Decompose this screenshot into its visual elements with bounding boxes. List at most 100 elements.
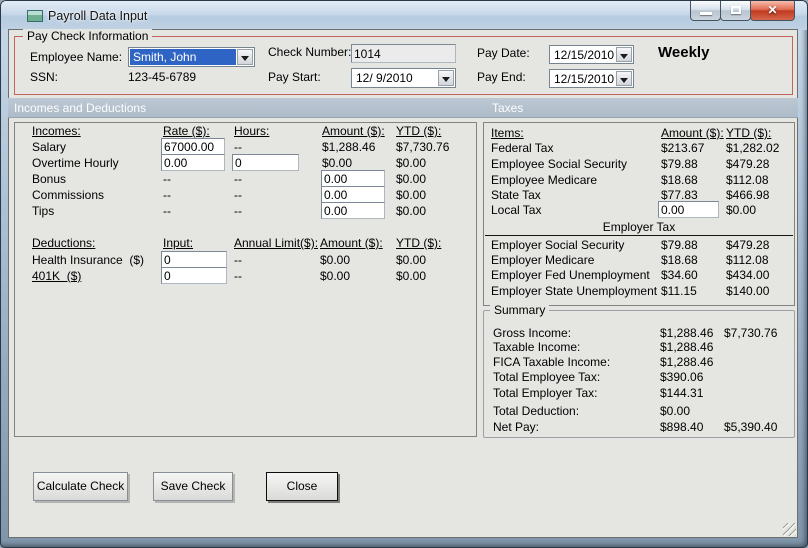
gross-income-amount: $1,288.46 <box>660 326 714 340</box>
pay-start-label: Pay Start: <box>268 70 321 84</box>
employee-name-select[interactable]: Smith, John <box>128 47 255 67</box>
salary-ytd: $7,730.76 <box>396 140 450 154</box>
net-pay-ytd: $5,390.40 <box>724 420 778 434</box>
payroll-window: Payroll Data Input ✕ Pay Check Informati… <box>0 0 808 548</box>
income-row-label: Tips <box>32 204 55 218</box>
local-tax-input[interactable] <box>658 201 719 218</box>
deduction-ytd-header: YTD ($): <box>396 236 442 250</box>
overtime-hours-input[interactable] <box>232 154 299 171</box>
local-tax-ytd: $0.00 <box>726 203 757 217</box>
er-state-unemp-amount: $11.15 <box>661 284 697 298</box>
pay-end-value: 12/15/2010 <box>554 72 615 86</box>
federal-tax-ytd: $1,282.02 <box>726 141 780 155</box>
bonus-hours: -- <box>234 172 242 186</box>
total-deduction-amount: $0.00 <box>660 404 691 418</box>
app-icon <box>27 10 43 22</box>
health-insurance-input[interactable] <box>161 251 227 268</box>
calculate-check-button[interactable]: Calculate Check <box>33 472 128 501</box>
k401-amount: $0.00 <box>320 269 351 283</box>
tax-items-header: Items: <box>491 126 524 140</box>
tax-ytd-header: YTD ($): <box>726 126 772 140</box>
health-insurance-amount: $0.00 <box>320 253 351 267</box>
employer-tax-header: Employer Tax <box>602 220 676 234</box>
federal-tax-amount: $213.67 <box>661 141 705 155</box>
save-check-button[interactable]: Save Check <box>153 472 233 501</box>
er-state-unemp-ytd: $140.00 <box>726 284 770 298</box>
deductions-header: Deductions: <box>32 236 96 250</box>
titlebar: Payroll Data Input <box>1 1 807 30</box>
state-tax-ytd: $466.98 <box>726 188 770 202</box>
annual-limit-header: Annual Limit($): <box>234 236 319 250</box>
chevron-down-icon <box>620 54 628 63</box>
ssn-label: SSN: <box>30 70 59 84</box>
close-button[interactable]: ✕ <box>750 1 795 21</box>
income-row-label: Bonus <box>32 172 67 186</box>
tips-hours: -- <box>234 204 242 218</box>
paycheck-info-legend: Pay Check Information <box>23 29 153 43</box>
section-title-incomes: Incomes and Deductions <box>14 101 147 115</box>
ee-medicare-ytd: $112.08 <box>726 173 769 187</box>
overtime-rate-input[interactable] <box>161 154 225 171</box>
er-medicare-amount: $18.68 <box>661 253 698 267</box>
er-ss-amount: $79.88 <box>661 238 698 252</box>
deduction-row-label: Health Insurance ($) <box>32 253 145 267</box>
resize-grip[interactable] <box>783 523 796 536</box>
commissions-amount-input[interactable] <box>321 186 385 203</box>
tips-amount-input[interactable] <box>321 202 385 219</box>
salary-amount: $1,288.46 <box>322 140 376 154</box>
chevron-down-icon <box>241 56 249 65</box>
pay-end-picker[interactable]: 12/15/2010 <box>549 69 634 88</box>
close-check-button[interactable]: Close <box>266 472 338 501</box>
pay-start-picker[interactable]: 12/ 9/2010 <box>351 68 456 88</box>
bonus-amount-input[interactable] <box>321 170 385 187</box>
employee-name-label: Employee Name: <box>30 50 123 64</box>
tips-rate: -- <box>163 204 171 218</box>
income-row-label: Salary <box>32 140 67 154</box>
close-icon: ✕ <box>767 3 778 17</box>
tax-amount-header: Amount ($): <box>661 126 724 140</box>
tips-ytd: $0.00 <box>396 204 427 218</box>
tax-row-label: State Tax <box>491 188 541 202</box>
section-header-bar: Incomes and Deductions Taxes <box>8 98 798 118</box>
check-number-field[interactable] <box>351 44 456 63</box>
pay-start-value: 12/ 9/2010 <box>356 71 413 85</box>
minimize-button[interactable] <box>690 1 721 21</box>
deduction-amount-header: Amount ($): <box>320 236 383 250</box>
k401-limit: -- <box>234 269 242 283</box>
rate-header: Rate ($): <box>163 124 210 138</box>
income-row-label: Commissions <box>32 188 105 202</box>
pay-end-dropdown-button[interactable] <box>616 71 632 86</box>
health-insurance-limit: -- <box>234 253 242 267</box>
salary-rate-input[interactable] <box>161 138 225 155</box>
health-insurance-ytd: $0.00 <box>396 253 427 267</box>
chevron-down-icon <box>442 77 450 86</box>
maximize-button[interactable] <box>720 1 751 21</box>
commissions-ytd: $0.00 <box>396 188 427 202</box>
summary-row-label: Taxable Income: <box>493 340 581 354</box>
tax-row-label: Employee Medicare <box>491 173 598 187</box>
commissions-rate: -- <box>163 188 171 202</box>
check-number-label: Check Number: <box>268 45 352 59</box>
k401-input[interactable] <box>161 267 227 284</box>
pay-start-dropdown-button[interactable] <box>438 70 454 86</box>
employee-name-value: Smith, John <box>130 49 236 65</box>
ssn-value: 123-45-6789 <box>128 70 197 84</box>
taxable-income-amount: $1,288.46 <box>660 340 714 354</box>
pay-end-label: Pay End: <box>477 70 526 84</box>
total-employee-tax-amount: $390.06 <box>660 370 704 384</box>
pay-date-picker[interactable]: 12/15/2010 <box>549 45 634 64</box>
tax-row-label: Local Tax <box>491 203 542 217</box>
employee-name-dropdown-button[interactable] <box>237 49 253 65</box>
ee-ss-amount: $79.88 <box>661 157 698 171</box>
net-pay-amount: $898.40 <box>660 420 704 434</box>
tax-row-label: Employer Medicare <box>491 253 595 267</box>
overtime-ytd: $0.00 <box>396 156 427 170</box>
fica-taxable-amount: $1,288.46 <box>660 355 714 369</box>
pay-date-dropdown-button[interactable] <box>616 47 632 62</box>
summary-row-label: FICA Taxable Income: <box>493 355 611 369</box>
incomes-header: Incomes: <box>32 124 81 138</box>
k401-link[interactable]: 401K ($) <box>32 269 81 283</box>
k401-ytd: $0.00 <box>396 269 427 283</box>
income-row-label: Overtime Hourly <box>32 156 119 170</box>
tax-row-label: Employer State Unemployment <box>491 284 658 298</box>
